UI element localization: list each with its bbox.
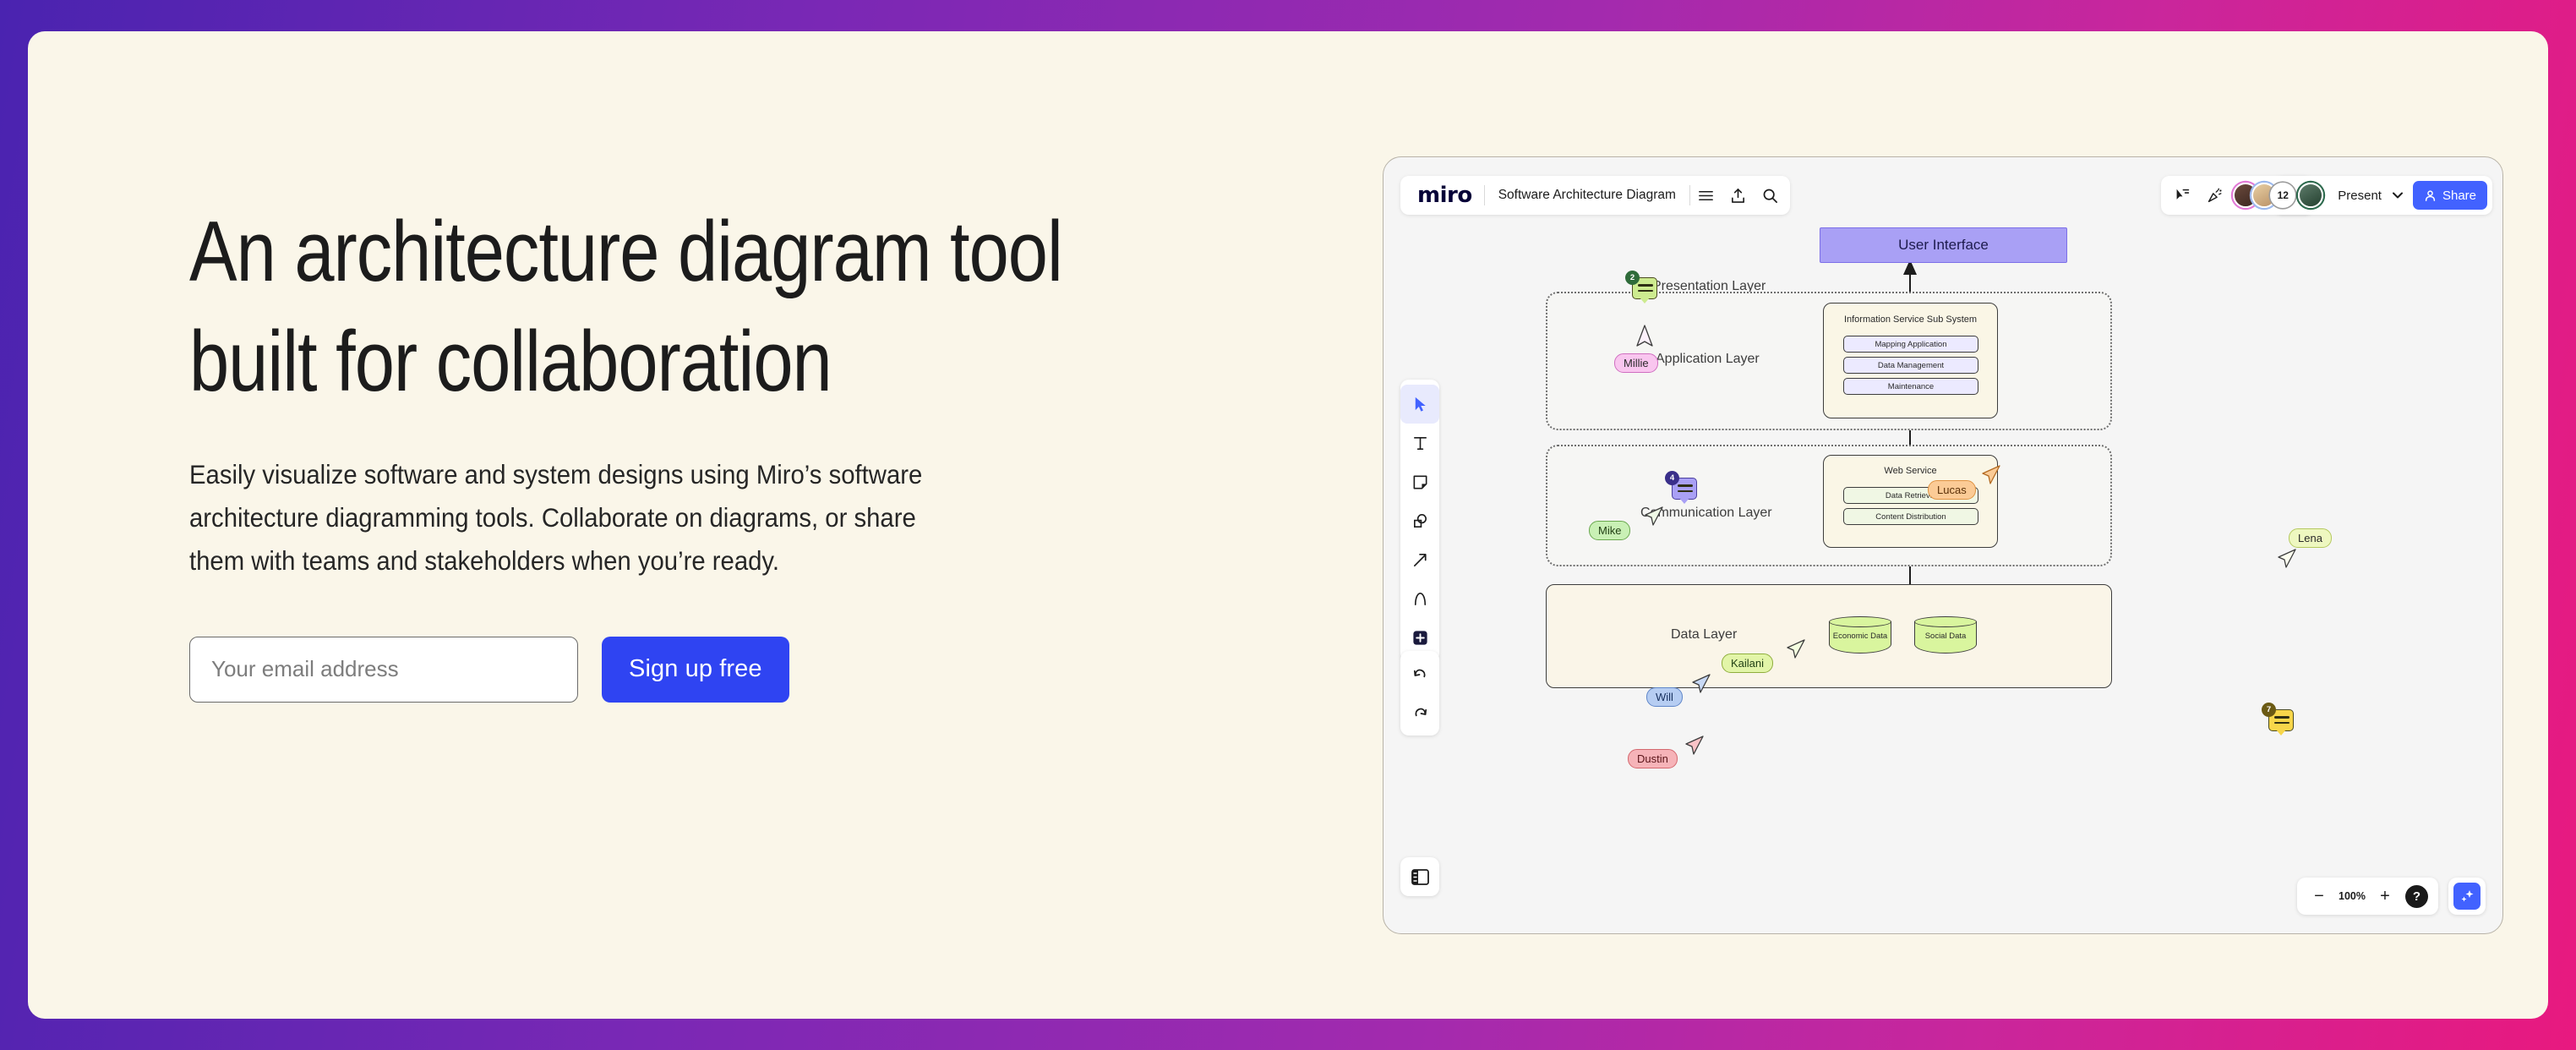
select-tool[interactable] — [1400, 385, 1439, 424]
avatar[interactable] — [2298, 183, 2324, 208]
subsystem-web-service[interactable]: Web Service Data Retrieval Content Distr… — [1823, 455, 1998, 548]
shapes-tool[interactable] — [1400, 501, 1439, 540]
avatar-overflow-count[interactable]: 12 — [2270, 183, 2296, 208]
comment-count-badge: 4 — [1665, 471, 1679, 485]
share-label: Share — [2442, 188, 2476, 203]
undo-icon — [1413, 669, 1425, 677]
panel-layout-icon — [1411, 868, 1429, 885]
cursor-label-kailani: Kailani — [1722, 654, 1774, 673]
page-title: An architecture diagram tool built for c… — [189, 205, 1063, 410]
panel-layout-toggle[interactable] — [1400, 857, 1439, 896]
ai-assist-button[interactable] — [2448, 878, 2486, 915]
chevron-down-icon — [2392, 192, 2403, 199]
person-icon — [2425, 189, 2436, 201]
sticky-note-icon — [1413, 475, 1427, 489]
plus-icon — [1412, 630, 1427, 645]
pen-icon — [1414, 592, 1426, 605]
cursor-arrow-kailani — [1787, 639, 1805, 659]
sparkle-icon — [2461, 890, 2474, 902]
comment-bubble-mike[interactable]: 4 — [1665, 471, 1697, 504]
board-title[interactable]: Software Architecture Diagram — [1485, 188, 1689, 203]
sticky-note-tool[interactable] — [1400, 462, 1439, 501]
connection-tool[interactable] — [1400, 540, 1439, 579]
cursor-arrow-mike — [1645, 506, 1663, 526]
datastore-label: Economic Data — [1832, 632, 1888, 641]
signup-button[interactable]: Sign up free — [602, 636, 789, 703]
hero-card: An architecture diagram tool built for c… — [28, 31, 2548, 1019]
cursor-label-lena: Lena — [2289, 528, 2332, 548]
redo-icon — [1415, 708, 1427, 716]
comment-lines-icon — [1638, 284, 1653, 295]
text-tool[interactable] — [1400, 424, 1439, 462]
subsystem-title: Information Service Sub System — [1843, 314, 1978, 325]
subsystem-title: Web Service — [1884, 466, 1937, 476]
cursor-arrow-dustin — [1685, 736, 1704, 755]
comment-lines-icon — [1678, 484, 1693, 495]
component-mapping-application[interactable]: Mapping Application — [1843, 333, 1981, 353]
left-toolbar — [1400, 380, 1439, 662]
datastore-label: Social Data — [1924, 632, 1967, 641]
miro-app-window: Presentation Layer User Interface Applic… — [1383, 156, 2503, 934]
component-content-distribution[interactable]: Content Distribution — [1843, 506, 1981, 525]
zoom-out-button[interactable]: − — [2307, 884, 2331, 908]
help-button[interactable]: ? — [2405, 884, 2428, 908]
cursor-arrow-lena — [2278, 549, 2296, 568]
collaborator-avatars: 12 — [2230, 183, 2326, 208]
app-header-left: miro Software Architecture Diagram — [1400, 176, 1790, 215]
component-maintenance[interactable]: Maintenance — [1843, 375, 1981, 395]
layer-label-data: Data Layer — [1671, 627, 1738, 642]
comment-lines-icon — [2274, 716, 2289, 727]
subsystem-information-service[interactable]: Information Service Sub System Mapping A… — [1823, 303, 1998, 418]
cursor-icon — [1415, 396, 1426, 412]
celebrate-icon[interactable] — [2198, 179, 2230, 211]
node-user-interface[interactable]: User Interface — [1820, 227, 2067, 263]
text-icon — [1413, 436, 1427, 450]
undo-button[interactable] — [1400, 654, 1439, 693]
present-button[interactable]: Present — [2326, 181, 2413, 210]
signup-form: Sign up free — [189, 636, 1203, 703]
cursor-arrow-millie — [1636, 325, 1653, 347]
redo-button[interactable] — [1400, 693, 1439, 732]
pen-tool[interactable] — [1400, 579, 1439, 618]
menu-icon[interactable] — [1690, 179, 1722, 211]
layer-label-application: Application Layer — [1656, 352, 1760, 366]
page-subtitle: Easily visualize software and system des… — [189, 458, 923, 576]
comment-count-badge: 2 — [1625, 271, 1640, 285]
zoom-controls: − 100% + ? — [2297, 878, 2438, 915]
cursor-label-will: Will — [1646, 687, 1683, 707]
search-icon[interactable] — [1755, 179, 1787, 211]
zoom-level: 100% — [2339, 890, 2366, 902]
cursor-label-millie: Millie — [1614, 353, 1658, 373]
arrow-icon — [1413, 553, 1427, 566]
shapes-icon — [1413, 513, 1427, 528]
upload-icon[interactable] — [1722, 179, 1755, 211]
share-button[interactable]: Share — [2412, 181, 2487, 210]
cursor-label-mike: Mike — [1589, 521, 1631, 540]
component-data-management[interactable]: Data Management — [1843, 354, 1981, 374]
cursor-chat-icon[interactable] — [2166, 179, 2198, 211]
architecture-diagram: Presentation Layer User Interface Applic… — [1384, 157, 2502, 933]
hero-content: An architecture diagram tool built for c… — [189, 197, 1203, 703]
history-toolbar — [1400, 651, 1439, 736]
cursor-label-lucas: Lucas — [1928, 480, 1976, 500]
comment-bubble-millie[interactable]: 2 — [1625, 271, 1657, 304]
app-header-right: 12 Present Share — [2161, 176, 2492, 215]
present-label: Present — [2338, 188, 2382, 203]
datastore-social-data[interactable]: Social Data — [1914, 616, 1977, 654]
email-field[interactable] — [189, 636, 578, 703]
cursor-arrow-lucas — [1982, 465, 2000, 484]
zoom-in-button[interactable]: + — [2373, 884, 2397, 908]
miro-logo[interactable]: miro — [1404, 183, 1484, 208]
cursor-arrow-will — [1692, 674, 1711, 693]
comment-bubble-lena[interactable]: 7 — [2262, 703, 2294, 736]
datastore-economic-data[interactable]: Economic Data — [1829, 616, 1891, 654]
comment-count-badge: 7 — [2262, 703, 2276, 717]
cursor-label-dustin: Dustin — [1628, 749, 1678, 768]
